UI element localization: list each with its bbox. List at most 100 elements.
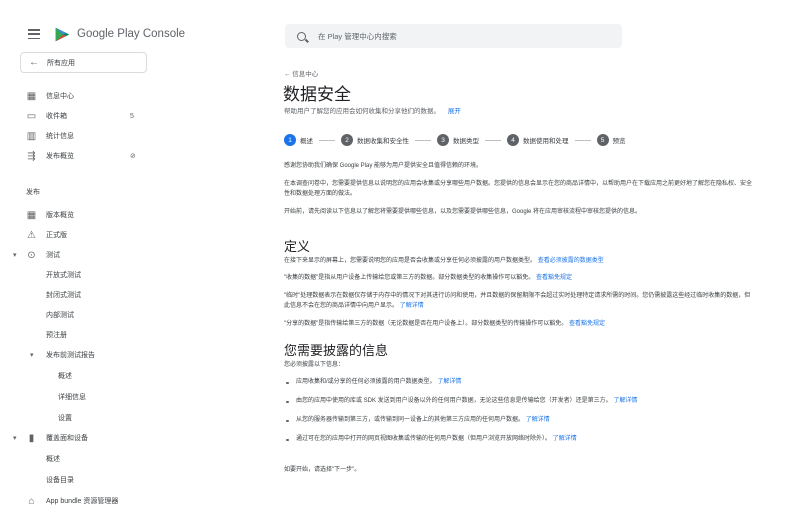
disclose-lead: 您必须披露以下信息： (284, 362, 345, 368)
step-label: 预览 (612, 138, 626, 145)
step-separator (319, 139, 335, 141)
sidebar-item-dashboard[interactable]: ▦ 信息中心 (0, 86, 258, 106)
grid-icon: ▦ (26, 209, 37, 221)
sidebar-item-label: 收件箱 (46, 113, 67, 120)
definition-text: "收集的数据"是指从用户设备上传输给您或第三方的数据。部分数据类型的收集操作可以… (284, 275, 535, 281)
definition-3: "临时"处理数据表示在数据仅存储于内存中的情况下对其进行访问和使用，并且数据的保… (284, 292, 754, 311)
sidebar-item-label: 发布概览 (46, 153, 74, 160)
sidebar-item-label: 开放式测试 (46, 272, 81, 279)
publish-icon: ⇶ (27, 150, 36, 162)
breadcrumb[interactable]: ← 信息中心 (284, 68, 318, 78)
expand-caret-icon[interactable]: ▾ (13, 434, 17, 442)
learn-more-link[interactable]: 了解详情 (553, 436, 577, 442)
step-separator (485, 139, 501, 141)
sidebar-item-publishing-overview[interactable]: ⇶ 发布概览 ⊘ (0, 146, 258, 166)
sidebar-item-reach-devices[interactable]: ▾ ▮ 覆盖面和设备 (0, 428, 258, 448)
disclose-text: 应用收集和/或分享的任何必须披露的用户数据类型。 (296, 379, 436, 385)
sidebar-item-label: 封闭式测试 (46, 292, 81, 299)
step-data-collection[interactable]: 2 数据收集和安全性 (341, 134, 409, 146)
disclose-text: 从您的服务器传输到第三方，或传输到同一设备上的其他第三方应用的任何用户数据。 (296, 417, 525, 423)
sidebar-item-production[interactable]: ⚠ 正式版 (0, 225, 258, 245)
sidebar-item-report-overview[interactable]: 概述 (0, 366, 258, 386)
sidebar-item-label: 版本概览 (46, 212, 74, 219)
definition-text: "临时"处理数据表示在数据仅存储于内存中的情况下对其进行访问和使用，并且数据的保… (284, 293, 751, 309)
sidebar-item-label: App bundle 资源管理器 (46, 498, 119, 505)
sidebar: Google Play Console ← 所有应用 ▦ 信息中心 ▭ 收件箱 … (0, 0, 258, 530)
release-section-title: 发布 (26, 189, 40, 196)
definition-4: "分享的数据"是指传输给第三方的数据（无论数据是否在用户设备上）。部分数据类型的… (284, 320, 754, 330)
sidebar-item-reach-overview[interactable]: 概述 (0, 449, 258, 469)
step-number: 5 (596, 134, 609, 146)
definition-text: 在接下来显示的屏幕上，您需要说明您的应用是否会收集或分享任何必须披露的用户数据类… (284, 258, 537, 264)
sidebar-item-testing[interactable]: ▾ ⊙ 测试 (0, 245, 258, 265)
definition-text: "分享的数据"是指传输给第三方的数据（无论数据是否在用户设备上）。部分数据类型的… (284, 321, 568, 327)
sidebar-item-statistics[interactable]: ▥ 统计信息 (0, 126, 258, 146)
step-overview[interactable]: 1 概述 (284, 134, 313, 146)
intro-paragraph-1: 感谢您协助我们确保 Google Play 能够为用户提供安全且值得信赖的环境。 (284, 163, 483, 169)
sidebar-item-report-details[interactable]: 详细信息 (0, 387, 258, 407)
intro-paragraph-2: 在本调查问卷中，您需要提供信息以说明您的应用会收集或分享哪些用户数据。您提供的信… (284, 181, 753, 197)
disclose-item: 从您的服务器传输到第三方，或传输到同一设备上的其他第三方应用的任何用户数据。 了… (284, 416, 754, 426)
step-number: 2 (341, 134, 353, 146)
sidebar-item-label: 发布前测试报告 (46, 352, 95, 359)
search-input[interactable]: 在 Play 管理中心内搜索 (285, 24, 622, 48)
step-separator (415, 139, 431, 141)
stepper: 1 概述 2 数据收集和安全性 3 数据类型 4 数据使用和处理 5 预览 (284, 133, 626, 147)
learn-more-link[interactable]: 了解详情 (437, 379, 461, 385)
step-data-usage[interactable]: 4 数据使用和处理 (507, 134, 569, 146)
sidebar-item-label: 设备目录 (46, 477, 74, 484)
step-data-types[interactable]: 3 数据类型 (437, 134, 479, 146)
disclose-text: 由您的应用中使用的库或 SDK 发送到用户设备以外的任何用户数据，无论这些信息是… (296, 398, 612, 404)
learn-more-link[interactable]: 了解详情 (613, 398, 637, 404)
arrow-back-icon: ← (29, 57, 39, 68)
play-circle-icon: ⊙ (27, 249, 36, 261)
disclose-heading: 您需要披露的信息 (284, 343, 389, 358)
exemptions-link[interactable]: 查看豁免规定 (569, 321, 605, 327)
closing-text: 如要开始，请选择"下一步"。 (284, 467, 361, 473)
sidebar-item-device-catalog[interactable]: 设备目录 (0, 470, 258, 490)
step-preview[interactable]: 5 预览 (596, 134, 626, 146)
step-label: 数据类型 (453, 138, 479, 145)
exemptions-link[interactable]: 查看豁免规定 (536, 275, 572, 281)
sidebar-item-label: 测试 (46, 252, 60, 259)
sidebar-item-label: 预注册 (46, 332, 67, 339)
expand-link[interactable]: 展开 (448, 108, 461, 115)
inbox-count-badge: 5 (130, 112, 134, 120)
all-apps-button[interactable]: ← 所有应用 (20, 52, 147, 73)
brand: Google Play Console (28, 24, 185, 44)
play-console-app: Google Play Console ← 所有应用 ▦ 信息中心 ▭ 收件箱 … (0, 0, 786, 530)
learn-more-link[interactable]: 了解详情 (400, 303, 424, 309)
expand-caret-icon[interactable]: ▾ (13, 251, 17, 259)
search-placeholder: 在 Play 管理中心内搜索 (318, 31, 397, 41)
sidebar-item-inbox[interactable]: ▭ 收件箱 5 (0, 106, 258, 126)
sidebar-item-report-settings[interactable]: 设置 (0, 408, 258, 428)
step-label: 概述 (300, 138, 313, 145)
main-content: 在 Play 管理中心内搜索 ← 信息中心 数据安全 帮助用户了解您的应用会如何… (258, 0, 786, 530)
menu-icon[interactable] (28, 29, 40, 39)
page-subtitle: 帮助用户了解您的应用会如何收集和分享他们的数据。 展开 (284, 105, 461, 115)
dashboard-icon: ▦ (26, 90, 37, 102)
expand-caret-icon[interactable]: ▾ (30, 351, 34, 359)
sidebar-item-releases-overview[interactable]: ▦ 版本概览 (0, 205, 258, 225)
sidebar-item-app-bundle-explorer[interactable]: ⌂ App bundle 资源管理器 (0, 491, 258, 511)
sidebar-item-closed-testing[interactable]: 封闭式测试 (0, 285, 258, 305)
disclose-item: 由您的应用中使用的库或 SDK 发送到用户设备以外的任何用户数据，无论这些信息是… (284, 397, 754, 407)
definition-1: 在接下来显示的屏幕上，您需要说明您的应用是否会收集或分享任何必须披露的用户数据类… (284, 257, 754, 267)
data-types-link[interactable]: 查看必须披露的数据类型 (538, 258, 604, 264)
sidebar-item-pre-registration[interactable]: 预注册 (0, 325, 258, 345)
sidebar-item-pre-launch-report[interactable]: ▾ 发布前测试报告 (0, 345, 258, 365)
warning-icon: ⚠ (27, 229, 36, 241)
step-number: 3 (437, 134, 449, 146)
sidebar-item-internal-testing[interactable]: 内部测试 (0, 305, 258, 325)
learn-more-link[interactable]: 了解详情 (526, 417, 550, 423)
google-play-logo-icon (55, 27, 70, 41)
intro-paragraph-3: 开始前，请先阅读以下信息以了解您将需要提供哪些信息，以及您需要提供哪些信息，Go… (284, 209, 642, 215)
sidebar-item-label: 统计信息 (46, 133, 74, 140)
disclose-item: 应用收集和/或分享的任何必须披露的用户数据类型。 了解详情 (284, 378, 754, 388)
disclose-text: 通过可在您的应用中打开的网页视图收集或传输的任何用户数据（但用户浏览开放网络时除… (296, 436, 552, 442)
sidebar-item-open-testing[interactable]: 开放式测试 (0, 265, 258, 285)
sidebar-item-label: 详细信息 (58, 394, 86, 401)
disclose-item: 通过可在您的应用中打开的网页视图收集或传输的任何用户数据（但用户浏览开放网络时除… (284, 435, 754, 445)
inbox-icon: ▭ (26, 110, 37, 122)
sidebar-item-label: 概述 (46, 456, 60, 463)
